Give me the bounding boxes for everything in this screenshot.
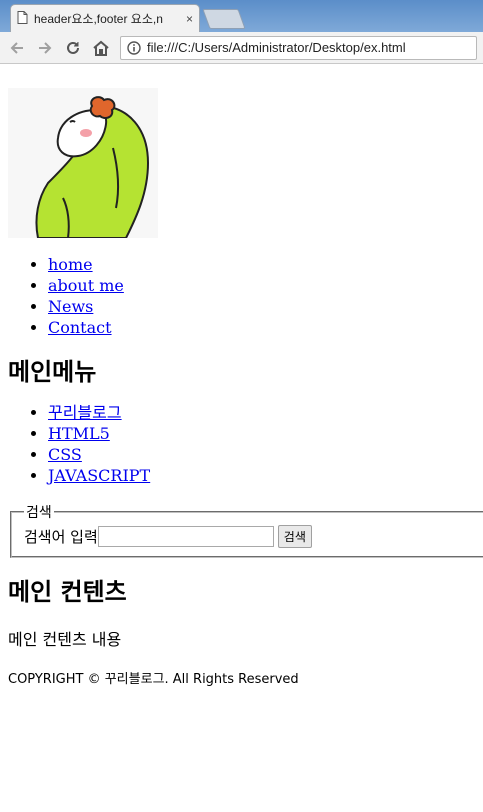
main-nav: home about me News Contact xyxy=(8,254,475,338)
search-legend: 검색 xyxy=(26,505,52,521)
search-label: 검색어 입력 xyxy=(24,528,98,546)
main-text: 메인 컨텐츠 내용 xyxy=(8,630,122,649)
menu-item: 꾸리블로그 xyxy=(48,402,475,423)
nav-item-news: News xyxy=(48,296,475,317)
nav-link-news[interactable]: News xyxy=(48,297,93,316)
menu-link-css[interactable]: CSS xyxy=(48,445,82,464)
page-footer: COPYRIGHT © 꾸리블로그. All Rights Reserved xyxy=(8,668,475,687)
page-header: home about me News Contact xyxy=(8,88,475,338)
address-bar[interactable]: file:///C:/Users/Administrator/Desktop/e… xyxy=(120,35,477,60)
menu-item: HTML5 xyxy=(48,423,475,444)
nav-item-about: about me xyxy=(48,275,475,296)
character-logo-image xyxy=(8,88,158,238)
main-title: 메인 컨텐츠 xyxy=(8,578,127,606)
page-icon xyxy=(17,10,28,27)
search-fieldset: 검색 검색어 입력 검색 xyxy=(10,502,483,558)
side-menu: 메인메뉴 꾸리블로그 HTML5 CSS JAVASCRIPT 검색 검색어 입… xyxy=(8,358,483,558)
browser-tabstrip: header요소,footer 요소,n × xyxy=(0,0,483,32)
new-tab-button[interactable] xyxy=(202,9,246,29)
browser-toolbar: file:///C:/Users/Administrator/Desktop/e… xyxy=(0,32,483,64)
nav-item-home: home xyxy=(48,254,475,275)
search-button[interactable]: 검색 xyxy=(277,525,312,548)
nav-link-about[interactable]: about me xyxy=(48,276,124,295)
forward-button[interactable] xyxy=(34,37,56,59)
arrow-right-icon xyxy=(39,41,52,54)
menu-item: JAVASCRIPT xyxy=(48,465,475,486)
menu-link-blog[interactable]: 꾸리블로그 xyxy=(48,403,122,422)
tab-title: header요소,footer 요소,n xyxy=(34,12,163,26)
menu-link-javascript[interactable]: JAVASCRIPT xyxy=(48,466,150,485)
reload-button[interactable] xyxy=(62,37,84,59)
search-input[interactable] xyxy=(97,526,274,547)
nav-link-contact[interactable]: Contact xyxy=(48,318,112,337)
reload-icon xyxy=(67,41,79,54)
back-button[interactable] xyxy=(6,37,28,59)
page-body: home about me News Contact 메인메뉴 꾸리블로그 HT… xyxy=(0,88,483,687)
info-icon[interactable] xyxy=(127,40,141,55)
nav-link-home[interactable]: home xyxy=(48,255,93,274)
home-button[interactable] xyxy=(90,37,112,59)
browser-tab[interactable]: header요소,footer 요소,n × xyxy=(10,4,200,32)
menu-item: CSS xyxy=(48,444,475,465)
menu-link-html5[interactable]: HTML5 xyxy=(48,424,110,443)
main-content: 메인 컨텐츠 메인 컨텐츠 내용 xyxy=(8,578,475,650)
nav-item-contact: Contact xyxy=(48,317,475,338)
search-row: 검색어 입력 검색 xyxy=(24,525,473,548)
close-icon[interactable]: × xyxy=(186,12,193,26)
copyright-text: COPYRIGHT © 꾸리블로그. All Rights Reserved xyxy=(8,672,299,687)
home-icon xyxy=(93,40,109,56)
side-menu-title: 메인메뉴 xyxy=(8,358,97,386)
url-text: file:///C:/Users/Administrator/Desktop/e… xyxy=(147,40,406,55)
arrow-left-icon xyxy=(10,41,23,54)
